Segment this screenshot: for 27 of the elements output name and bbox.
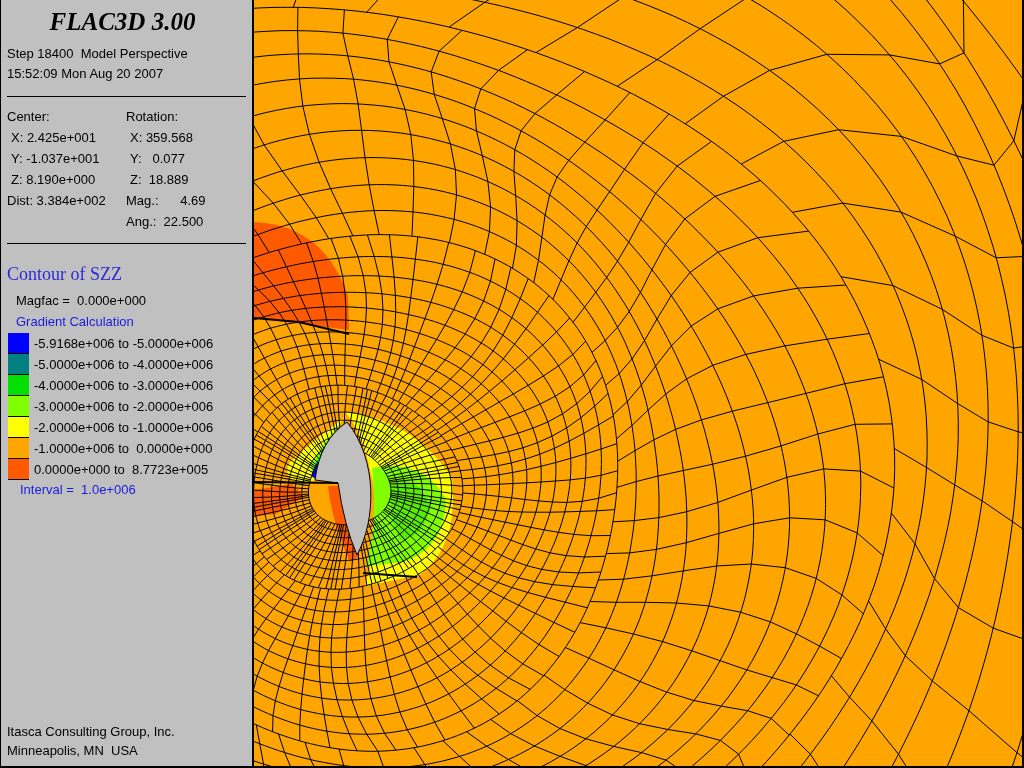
header-line: Step 18400 Model Perspective bbox=[7, 45, 189, 63]
view-value: Ang.: 22.500 bbox=[126, 213, 204, 231]
contour-title: Contour of SZZ bbox=[7, 263, 122, 285]
view-value: X: 359.568 bbox=[129, 129, 193, 147]
legend-range: -4.0000e+006 to -3.0000e+006 bbox=[34, 377, 214, 395]
view-value: Z: 18.889 bbox=[129, 171, 189, 189]
legend-range: -1.0000e+006 to 0.0000e+000 bbox=[34, 440, 213, 458]
legend-range: 0.0000e+000 to 8.7723e+005 bbox=[34, 461, 209, 479]
view-value: Y: -1.037e+001 bbox=[10, 150, 100, 168]
legend-range: -3.0000e+006 to -2.0000e+006 bbox=[34, 398, 214, 416]
header-line: 15:52:09 Mon Aug 20 2007 bbox=[7, 65, 165, 83]
view-value: Mag.: 4.69 bbox=[126, 192, 206, 210]
interval-label: Interval = 1.0e+006 bbox=[20, 481, 136, 499]
view-value: Z: 8.190e+000 bbox=[10, 171, 96, 189]
company-line: Itasca Consulting Group, Inc. bbox=[7, 723, 175, 741]
gradient-label: Gradient Calculation bbox=[16, 313, 134, 331]
company-line: Minneapolis, MN USA bbox=[7, 742, 138, 760]
view-value: X: 2.425e+001 bbox=[10, 129, 96, 147]
view-heading: Rotation: bbox=[126, 108, 179, 126]
view-value: Y: 0.077 bbox=[129, 150, 185, 168]
legend-range: -5.0000e+006 to -4.0000e+006 bbox=[34, 356, 214, 374]
app-title: FLAC3D 3.00 bbox=[48, 8, 197, 36]
legend-range: -5.9168e+006 to -5.0000e+006 bbox=[34, 335, 214, 353]
legend-range: -2.0000e+006 to -1.0000e+006 bbox=[34, 419, 214, 437]
view-value: Dist: 3.384e+002 bbox=[7, 192, 106, 210]
magfac-label: Magfac = 0.000e+000 bbox=[16, 292, 147, 310]
view-heading: Center: bbox=[7, 108, 50, 126]
